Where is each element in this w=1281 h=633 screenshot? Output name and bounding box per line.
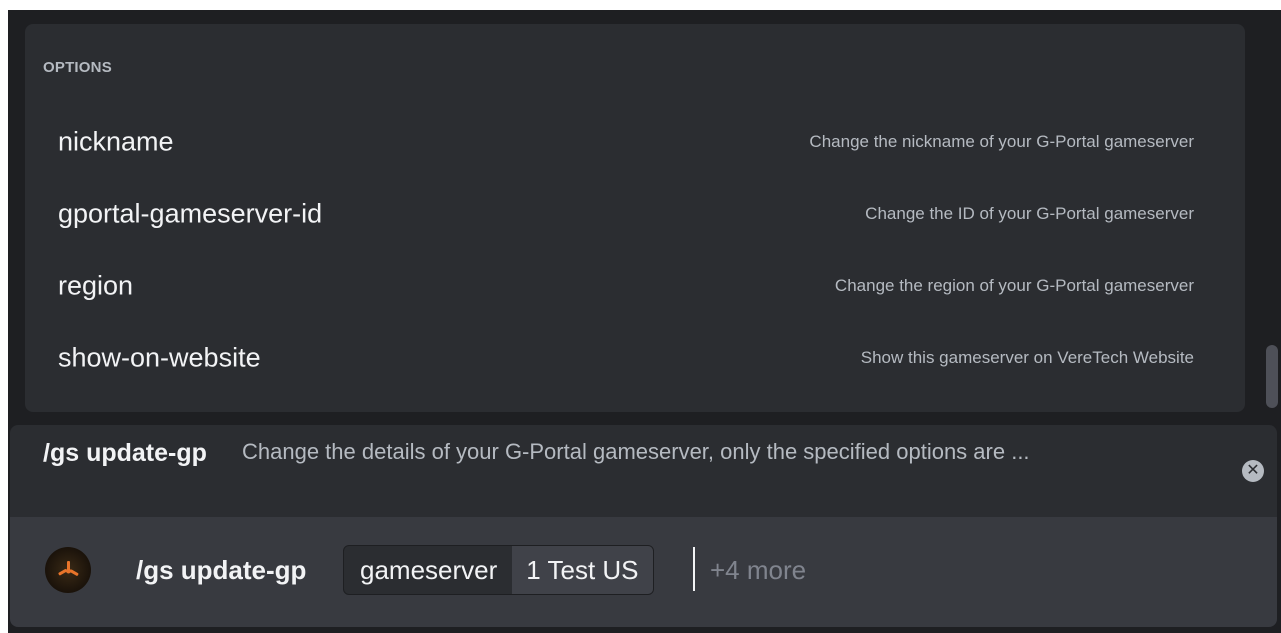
command-header: /gs update-gp Change the details of your… xyxy=(10,425,1277,518)
option-description: Change the region of your G-Portal games… xyxy=(834,276,1194,295)
more-options-hint[interactable]: +4 more xyxy=(710,550,806,590)
command-name: /gs update-gp xyxy=(43,439,207,467)
option-name: region xyxy=(58,270,134,301)
window-left-edge xyxy=(0,0,8,633)
avatar-logo xyxy=(58,561,79,576)
option-item-gportal-gameserver-id[interactable]: gportal-gameserver-id Change the ID of y… xyxy=(33,186,1237,242)
chip-option-name: gameserver xyxy=(360,555,498,585)
option-item-region[interactable]: region Change the region of your G-Porta… xyxy=(33,258,1237,314)
options-header: OPTIONS xyxy=(43,59,112,76)
option-description: Change the ID of your G-Portal gameserve… xyxy=(865,204,1194,223)
input-command: /gs update-gp xyxy=(136,555,307,585)
close-icon[interactable]: ✕ xyxy=(1242,460,1264,482)
text-caret xyxy=(693,547,695,591)
option-item-show-on-website[interactable]: show-on-website Show this gameserver on … xyxy=(33,330,1237,386)
message-input-bar[interactable]: /gs update-gp gameserver 1 Test US +4 mo… xyxy=(10,517,1277,627)
command-description: Change the details of your G-Portal game… xyxy=(242,439,1030,464)
bot-avatar-icon xyxy=(45,547,91,593)
option-description: Change the nickname of your G-Portal gam… xyxy=(809,132,1194,151)
option-name: show-on-website xyxy=(58,342,261,373)
option-chip-gameserver[interactable]: gameserver 1 Test US xyxy=(343,545,654,595)
chip-option-value[interactable]: 1 Test US xyxy=(512,546,653,594)
option-description: Show this gameserver on VereTech Website xyxy=(860,348,1194,367)
option-name: nickname xyxy=(58,126,174,157)
scrollbar-thumb[interactable] xyxy=(1266,345,1278,408)
options-panel: OPTIONS nickname Change the nickname of … xyxy=(25,24,1245,412)
option-item-nickname[interactable]: nickname Change the nickname of your G-P… xyxy=(33,114,1237,170)
window-top-edge xyxy=(0,0,1281,10)
option-name: gportal-gameserver-id xyxy=(58,198,323,229)
